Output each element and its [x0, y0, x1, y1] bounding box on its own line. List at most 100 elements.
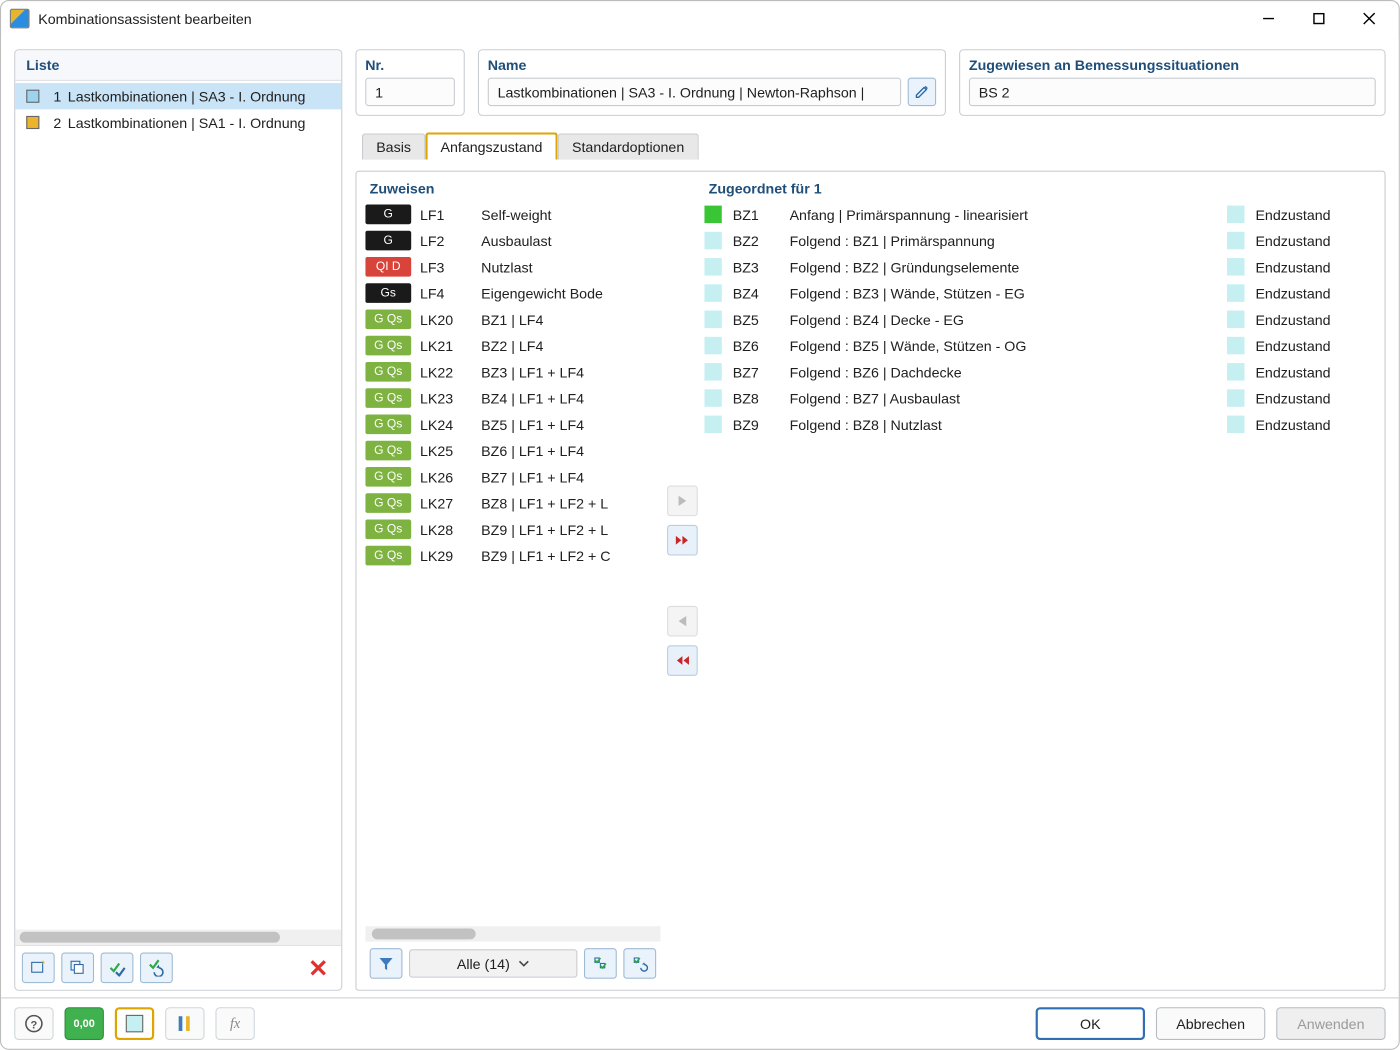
state-swatch: [704, 284, 721, 301]
list-item-label: Lastkombinationen | SA1 - I. Ordnung: [68, 114, 306, 130]
remove-one-button[interactable]: [667, 606, 698, 637]
tab-standardoptionen[interactable]: Standardoptionen: [558, 133, 699, 159]
select-all-button[interactable]: [584, 948, 617, 979]
units-button[interactable]: 0,00: [65, 1007, 104, 1040]
load-desc: BZ7 | LF1 + LF4: [481, 469, 656, 485]
list-header: Liste: [15, 50, 341, 81]
assign-row[interactable]: G QsLK28BZ9 | LF1 + LF2 + L: [365, 516, 660, 542]
list-item-index: 1: [46, 88, 61, 104]
assign-list[interactable]: GLF1Self-weightGLF2AusbaulastQI DLF3Nutz…: [365, 201, 660, 926]
dialog-footer: ? 0,00 fx OK Abbrechen Anwenden: [1, 997, 1399, 1048]
apply-button[interactable]: Anwenden: [1276, 1007, 1385, 1040]
assign-row[interactable]: G QsLK24BZ5 | LF1 + LF4: [365, 411, 660, 437]
tab-basis[interactable]: Basis: [362, 133, 425, 159]
assign-row[interactable]: GsLF4Eigengewicht Bode: [365, 280, 660, 306]
bz-code: BZ7: [733, 364, 781, 380]
assigned-row[interactable]: BZ3Folgend : BZ2 | GründungselementeEndz…: [704, 254, 1375, 280]
assigned-row[interactable]: BZ2 Folgend : BZ1 | Primärspannung Endzust…: [704, 227, 1375, 253]
assigned-panel: Zugeordnet für 1 BZ1Anfang | Primärspann…: [704, 180, 1375, 981]
load-desc: BZ8 | LF1 + LF2 + L: [481, 495, 656, 511]
bz-code: BZ8: [733, 390, 781, 406]
bz-desc: Folgend : BZ2 | Gründungselemente: [790, 259, 1219, 275]
tab-bar: BasisAnfangszustandStandardoptionen: [355, 127, 1385, 160]
help-button[interactable]: ?: [14, 1007, 53, 1040]
assigned-input[interactable]: BS 2: [969, 78, 1376, 106]
bz-desc: Folgend : BZ1 | Primärspannung: [790, 232, 1219, 248]
load-code: LK24: [420, 416, 472, 432]
filter-combo-text: Alle (14): [457, 955, 510, 971]
color-button[interactable]: [115, 1007, 154, 1040]
new-item-button[interactable]: [22, 953, 55, 984]
name-field-group: Name Lastkombinationen | SA3 - I. Ordnun…: [478, 49, 946, 116]
assign-row[interactable]: G QsLK27BZ8 | LF1 + LF2 + L: [365, 490, 660, 516]
assign-row[interactable]: G QsLK20BZ1 | LF4: [365, 306, 660, 332]
assigned-row[interactable]: BZ8Folgend : BZ7 | AusbaulastEndzustand: [704, 385, 1375, 411]
assigned-row[interactable]: BZ5Folgend : BZ4 | Decke - EGEndzustand: [704, 306, 1375, 332]
bz-code: BZ2: [733, 232, 781, 248]
cancel-button[interactable]: Abbrechen: [1156, 1007, 1265, 1040]
end-label: Endzustand: [1255, 232, 1375, 248]
assigned-row[interactable]: BZ9Folgend : BZ8 | NutzlastEndzustand: [704, 411, 1375, 437]
assigned-row[interactable]: BZ4Folgend : BZ3 | Wände, Stützen - EGEn…: [704, 280, 1375, 306]
delete-item-button[interactable]: [302, 953, 335, 984]
assigned-list[interactable]: BZ1Anfang | Primärspannung - linearisier…: [704, 201, 1375, 981]
assign-row[interactable]: G QsLK23BZ4 | LF1 + LF4: [365, 385, 660, 411]
load-desc: BZ4 | LF1 + LF4: [481, 390, 656, 406]
filter-button[interactable]: [370, 948, 403, 979]
assign-row[interactable]: G QsLK25BZ6 | LF1 + LF4: [365, 437, 660, 463]
assign-row[interactable]: G QsLK29BZ9 | LF1 + LF2 + C: [365, 542, 660, 568]
bz-code: BZ1: [733, 206, 781, 222]
ok-button[interactable]: OK: [1036, 1007, 1145, 1040]
list-h-scrollbar[interactable]: [15, 930, 341, 945]
minimize-button[interactable]: [1243, 2, 1293, 35]
tab-anfangszustand[interactable]: Anfangszustand: [425, 132, 558, 159]
load-code: LK25: [420, 442, 472, 458]
load-code: LK21: [420, 337, 472, 353]
add-one-button[interactable]: [667, 486, 698, 517]
assigned-row[interactable]: BZ1Anfang | Primärspannung - linearisier…: [704, 201, 1375, 227]
copy-item-button[interactable]: [61, 953, 94, 984]
assign-row[interactable]: G QsLK22BZ3 | LF1 + LF4: [365, 359, 660, 385]
app-icon: [10, 9, 30, 29]
edit-name-button[interactable]: [908, 78, 936, 106]
add-all-button[interactable]: [667, 525, 698, 556]
list-item[interactable]: 2Lastkombinationen | SA1 - I. Ordnung: [15, 109, 341, 135]
assigned-label: Zugewiesen an Bemessungssituationen: [969, 55, 1376, 78]
transfer-buttons: [661, 180, 705, 981]
load-code: LF3: [420, 259, 472, 275]
load-code: LK26: [420, 469, 472, 485]
assign-row[interactable]: GLF2Ausbaulast: [365, 227, 660, 253]
assign-h-scrollbar[interactable]: [365, 926, 660, 941]
assign-row[interactable]: GLF1Self-weight: [365, 201, 660, 227]
list-tree[interactable]: 1Lastkombinationen | SA3 - I. Ordnung2La…: [15, 81, 341, 930]
load-type-tag: G Qs: [365, 309, 411, 329]
load-type-tag: G Qs: [365, 546, 411, 566]
nr-input[interactable]: 1: [365, 78, 455, 106]
load-desc: Nutzlast: [481, 259, 656, 275]
filter-combo[interactable]: Alle (14): [409, 949, 577, 977]
load-code: LK23: [420, 390, 472, 406]
list-toolbar: [15, 945, 341, 990]
end-swatch: [1227, 311, 1244, 328]
formula-button[interactable]: fx: [215, 1007, 254, 1040]
load-desc: BZ9 | LF1 + LF2 + L: [481, 521, 656, 537]
check-all-button[interactable]: [101, 953, 134, 984]
list-item[interactable]: 1Lastkombinationen | SA3 - I. Ordnung: [15, 83, 341, 109]
refresh-selection-button[interactable]: [623, 948, 656, 979]
bz-desc: Folgend : BZ7 | Ausbaulast: [790, 390, 1219, 406]
assign-row[interactable]: G QsLK26BZ7 | LF1 + LF4: [365, 464, 660, 490]
state-swatch: [704, 363, 721, 380]
assign-row[interactable]: G QsLK21BZ2 | LF4: [365, 332, 660, 358]
remove-all-button[interactable]: [667, 645, 698, 676]
check-refresh-button[interactable]: [140, 953, 173, 984]
load-type-tag: G Qs: [365, 441, 411, 461]
maximize-button[interactable]: [1294, 2, 1344, 35]
assign-row[interactable]: QI DLF3Nutzlast: [365, 254, 660, 280]
assigned-row[interactable]: BZ7Folgend : BZ6 | DachdeckeEndzustand: [704, 359, 1375, 385]
name-input[interactable]: Lastkombinationen | SA3 - I. Ordnung | N…: [488, 78, 901, 106]
close-button[interactable]: [1344, 2, 1394, 35]
sort-button[interactable]: [165, 1007, 204, 1040]
end-swatch: [1227, 206, 1244, 223]
chevron-down-icon: [519, 958, 530, 969]
assigned-row[interactable]: BZ6Folgend : BZ5 | Wände, Stützen - OGEn…: [704, 332, 1375, 358]
